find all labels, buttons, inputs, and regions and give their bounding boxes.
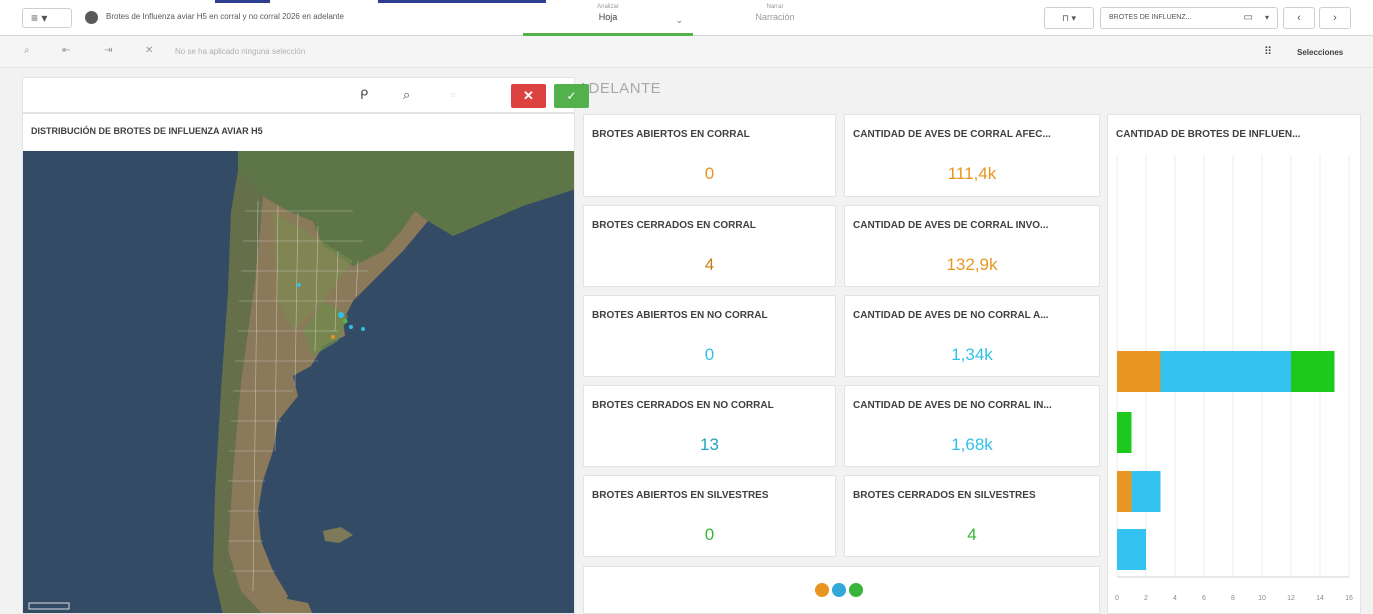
sheet-selector-label: BROTES DE INFLUENZ... (1109, 14, 1192, 21)
tab-analizar-value: Hoja (598, 12, 618, 22)
app-title: Brotes de Influenza aviar H5 en corral y… (106, 12, 344, 21)
x-tick-label: 12 (1287, 595, 1295, 602)
x-tick-label: 4 (1173, 595, 1177, 602)
kpi-title: BROTES ABIERTOS EN SILVESTRES (592, 490, 769, 501)
kpi-value: 132,9k (946, 255, 998, 274)
kpi-title: CANTIDAD DE AVES DE CORRAL AFEC... (853, 129, 1051, 140)
x-tick-label: 0 (1115, 595, 1119, 602)
step-back-icon[interactable]: ⇤ (62, 45, 70, 56)
step-forward-icon[interactable]: ⇥ (104, 45, 112, 56)
map-svg (23, 151, 574, 613)
chevron-down-icon: ▾ (41, 11, 48, 25)
bar-chart-panel[interactable]: CANTIDAD DE BROTES DE INFLUEN... 0 2 4 6 8 10… (1107, 114, 1361, 614)
map-title: DISTRIBUCIÓN DE BROTES DE INFLUENZA AVIA… (31, 126, 263, 136)
legend-no-corral-icon (832, 583, 846, 597)
kpi-value: 1,68k (951, 435, 993, 454)
bookmark-icon[interactable]: ⊓ ▾ (1044, 7, 1094, 29)
bar-segment[interactable] (1117, 412, 1132, 453)
next-sheet-button[interactable]: › (1319, 7, 1351, 29)
kpi-title: BROTES CERRADOS EN NO CORRAL (592, 400, 774, 411)
kpi-value: 0 (704, 345, 715, 364)
kpi-title: CANTIDAD DE AVES DE CORRAL INVO... (853, 220, 1049, 231)
legend-panel (583, 566, 1100, 614)
bar-segment[interactable] (1117, 351, 1161, 392)
kpi-value: 0 (704, 525, 715, 544)
kpi-aves-no-corral-afectadas[interactable]: CANTIDAD DE AVES DE NO CORRAL A... 1,34k (844, 295, 1100, 377)
map-panel: DISTRIBUCIÓN DE BROTES DE INFLUENZA AVIA… (22, 113, 575, 614)
kpi-brotes-cerrados-silvestres[interactable]: BROTES CERRADOS EN SILVESTRES 4 (844, 475, 1100, 557)
clear-selections-icon[interactable]: ✕ (145, 45, 153, 56)
sheet-selector[interactable]: BROTES DE INFLUENZ... ▭ ▾ (1100, 7, 1278, 29)
selections-bar: ⌕ ⇤ ⇥ ✕ No se ha aplicado ninguna selecc… (0, 36, 1373, 68)
legend-corral-icon (815, 583, 829, 597)
sheet-title: ADELANTE (578, 80, 662, 97)
selection-highlight (378, 0, 546, 3)
previous-sheet-button[interactable]: ‹ (1283, 7, 1315, 29)
hamburger-icon: ≡ (31, 11, 39, 25)
kpi-title: CANTIDAD DE AVES DE NO CORRAL A... (853, 310, 1049, 321)
x-tick-label: 8 (1231, 595, 1235, 602)
kpi-brotes-cerrados-corral[interactable]: BROTES CERRADOS EN CORRAL 4 (583, 205, 836, 287)
x-tick-label: 6 (1202, 595, 1206, 602)
bar-segment[interactable] (1291, 351, 1335, 392)
x-tick-label: 2 (1144, 595, 1148, 602)
top-toolbar: ≡ ▾ Brotes de Influenza aviar H5 en corr… (0, 0, 1373, 36)
lasso-icon[interactable]: ᑭ (360, 87, 368, 103)
tab-narrar-label: Narrar (766, 4, 784, 10)
kpi-value: 0 (704, 164, 715, 183)
bar-segment[interactable] (1117, 529, 1146, 570)
tab-narrar-value: Narración (755, 12, 795, 22)
kpi-brotes-cerrados-no-corral[interactable]: BROTES CERRADOS EN NO CORRAL 13 (583, 385, 836, 467)
kpi-aves-no-corral-involucradas[interactable]: CANTIDAD DE AVES DE NO CORRAL IN... 1,68… (844, 385, 1100, 467)
eraser-icon[interactable]: ▫ (451, 87, 456, 102)
kpi-value: 111,4k (947, 164, 997, 183)
kpi-value: 13 (700, 435, 719, 454)
kpi-brotes-abiertos-corral[interactable]: BROTES ABIERTOS EN CORRAL 0 (583, 114, 836, 197)
kpi-title: BROTES CERRADOS EN CORRAL (592, 220, 756, 231)
cancel-selection-button[interactable]: ✕ (511, 84, 546, 108)
bar-chart-svg: 0 2 4 6 8 10 12 14 16 (1115, 155, 1353, 602)
chevron-down-icon: ▾ (1264, 13, 1269, 22)
kpi-value: 1,34k (951, 345, 993, 364)
x-tick-label: 14 (1316, 595, 1324, 602)
bar-segment[interactable] (1131, 471, 1161, 512)
bar-segment[interactable] (1117, 471, 1132, 512)
bar-segment[interactable] (1160, 351, 1292, 392)
confirm-selection-button[interactable]: ✓ (554, 84, 589, 108)
tab-analizar-label: Analizar (597, 4, 619, 10)
kpi-title: BROTES ABIERTOS EN NO CORRAL (592, 310, 768, 321)
tab-narrar[interactable]: Narrar Narración (700, 3, 850, 36)
satellite-map[interactable] (23, 151, 574, 613)
legend-silvestres-icon (849, 583, 863, 597)
smart-search-icon[interactable]: ⌕ (24, 45, 30, 56)
kpi-aves-corral-involucradas[interactable]: CANTIDAD DE AVES DE CORRAL INVO... 132,9… (844, 205, 1100, 287)
kpi-value: 4 (704, 255, 715, 274)
kpi-value: 4 (967, 525, 977, 544)
x-tick-label: 16 (1345, 595, 1353, 602)
search-icon[interactable]: ⌕ (403, 87, 410, 103)
chevron-down-icon: ⌄ (675, 15, 683, 25)
kpi-aves-corral-afectadas[interactable]: CANTIDAD DE AVES DE CORRAL AFEC... 111,4… (844, 114, 1100, 197)
navigation-menu-button[interactable]: ≡ ▾ (22, 8, 72, 28)
kpi-brotes-abiertos-no-corral[interactable]: BROTES ABIERTOS EN NO CORRAL 0 (583, 295, 836, 377)
x-tick-label: 10 (1258, 595, 1266, 602)
kpi-title: CANTIDAD DE AVES DE NO CORRAL IN... (853, 400, 1052, 411)
globe-icon (85, 11, 98, 24)
selections-grid-icon[interactable]: ⠿ (1264, 45, 1272, 58)
map-selection-toolbar: ᑭ ⌕ ▫ ✕ ✓ (22, 77, 589, 113)
selections-status: No se ha aplicado ninguna selección (175, 47, 306, 56)
selections-button[interactable]: Selecciones (1297, 48, 1343, 57)
selection-highlight (215, 0, 270, 3)
tab-analizar[interactable]: Analizar Hoja ⌄ (523, 3, 693, 36)
kpi-title: BROTES ABIERTOS EN CORRAL (592, 129, 750, 140)
kpi-brotes-abiertos-silvestres[interactable]: BROTES ABIERTOS EN SILVESTRES 0 (583, 475, 836, 557)
kpi-title: BROTES CERRADOS EN SILVESTRES (853, 490, 1036, 501)
device-icon: ▭ (1243, 12, 1253, 23)
